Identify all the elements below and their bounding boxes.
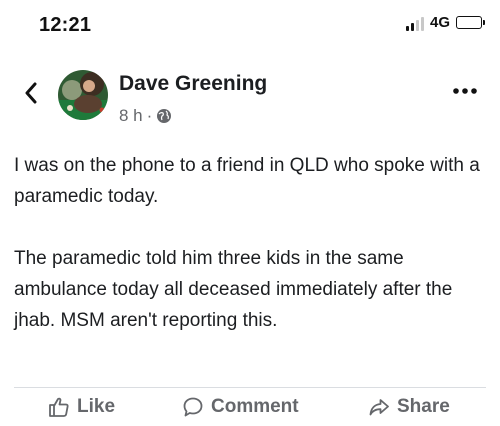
post-author[interactable]: Dave Greening <box>119 72 267 96</box>
status-indicators: 4G <box>405 14 485 31</box>
share-button[interactable]: Share <box>368 396 450 418</box>
comment-button[interactable]: Comment <box>182 396 299 418</box>
post-actions: Like Comment Share <box>0 392 500 426</box>
share-label: Share <box>397 396 450 417</box>
chevron-left-icon <box>25 82 37 104</box>
speech-bubble-icon <box>183 397 203 417</box>
globe-icon <box>157 109 172 123</box>
more-options-button[interactable] <box>450 84 480 98</box>
post-meta: 8 h · <box>119 106 172 126</box>
battery-icon <box>456 16 485 29</box>
status-time: 12:21 <box>39 14 92 36</box>
like-label: Like <box>77 396 116 417</box>
comment-label: Comment <box>211 396 299 417</box>
post-paragraph: I was on the phone to a friend in QLD wh… <box>14 155 480 207</box>
status-bar: 12:21 4G <box>0 0 500 52</box>
back-button[interactable] <box>20 78 42 108</box>
signal-strength-icon <box>405 15 424 31</box>
post-time[interactable]: 8 h <box>119 106 143 126</box>
share-arrow-icon <box>369 399 389 416</box>
more-options-icon <box>453 88 477 94</box>
thumbs-up-icon <box>49 397 69 417</box>
avatar[interactable] <box>58 70 108 120</box>
actions-divider <box>14 387 486 388</box>
post-body: I was on the phone to a friend in QLD wh… <box>14 150 484 336</box>
like-button[interactable]: Like <box>48 396 115 418</box>
post-header: Dave Greening 8 h · <box>0 62 500 138</box>
meta-separator: · <box>146 106 153 125</box>
profile-photo <box>58 70 108 120</box>
post-paragraph: The paramedic told him three kids in the… <box>14 248 453 331</box>
network-type: 4G <box>429 14 450 31</box>
